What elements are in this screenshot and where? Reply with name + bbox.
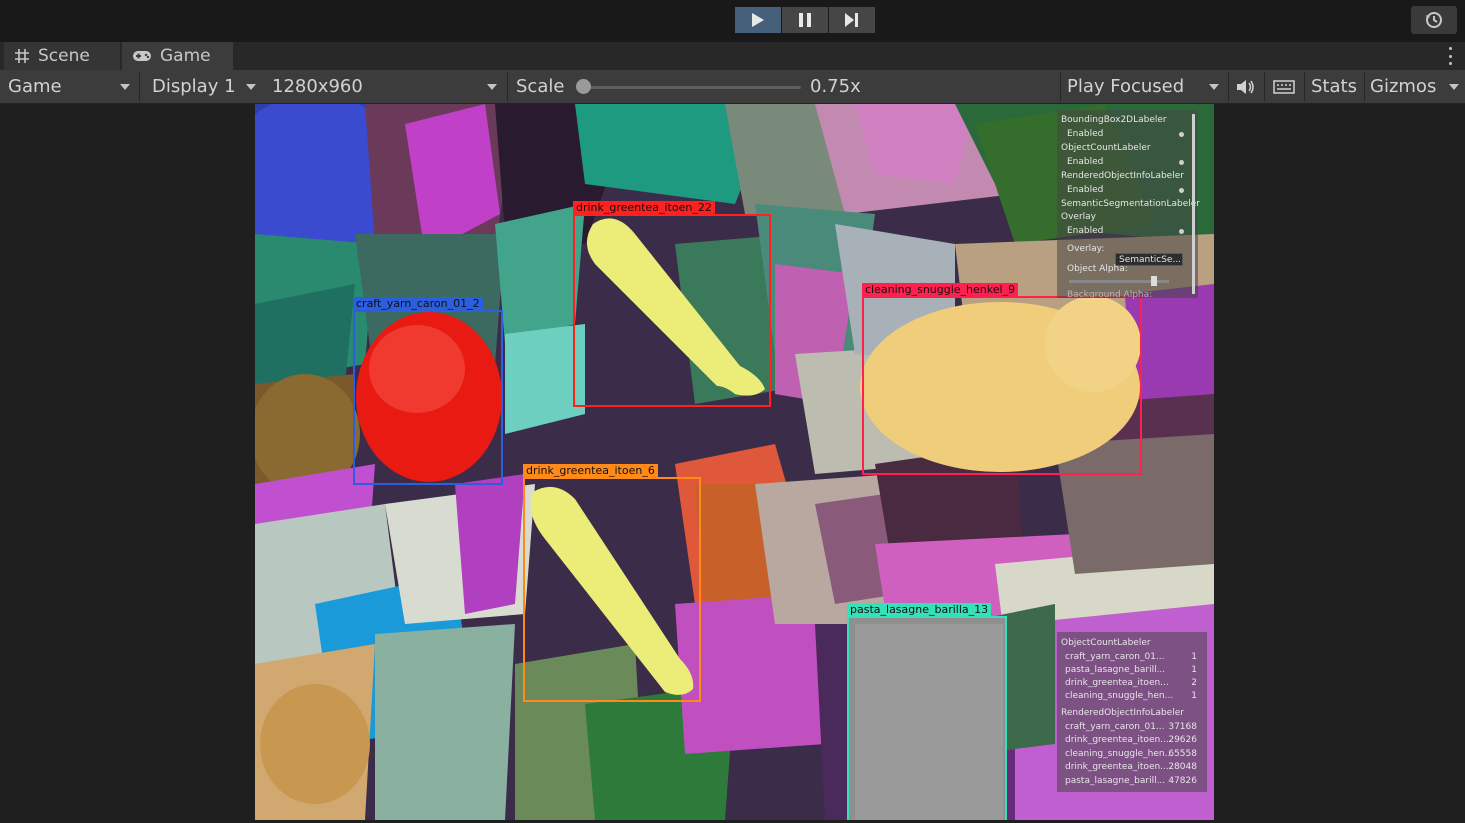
play-icon bbox=[752, 13, 764, 27]
info-title: RenderedObjectInfoLabeler bbox=[1061, 708, 1184, 718]
bounding-box-label: cleaning_snuggle_henkel_9 bbox=[862, 283, 1019, 297]
count-value: 2 bbox=[1191, 678, 1197, 688]
info-value: 65558 bbox=[1168, 749, 1197, 759]
bounding-box: craft_yarn_caron_01_2 bbox=[353, 297, 503, 485]
bounding-box-label: craft_yarn_caron_01_2 bbox=[353, 297, 483, 311]
count-value: 1 bbox=[1191, 665, 1197, 675]
toggle-radio[interactable] bbox=[1179, 188, 1184, 193]
history-icon bbox=[1426, 12, 1442, 28]
tab-scene[interactable]: Scene bbox=[4, 42, 120, 70]
stats-label: Stats bbox=[1311, 76, 1357, 97]
tab-game-label: Game bbox=[160, 46, 211, 66]
tab-game[interactable]: Game bbox=[122, 42, 233, 70]
scale-slider-handle[interactable] bbox=[576, 79, 591, 94]
top-toolbar bbox=[0, 0, 1465, 42]
scale-label-container: Scale bbox=[508, 72, 568, 101]
history-button[interactable] bbox=[1411, 6, 1457, 34]
step-button[interactable] bbox=[829, 7, 875, 33]
stats-button[interactable]: Stats bbox=[1305, 72, 1363, 101]
count-name: craft_yarn_caron_01... bbox=[1065, 652, 1165, 662]
view-mode-dropdown[interactable]: Game bbox=[0, 72, 138, 101]
tab-bar: Scene Game bbox=[0, 42, 1465, 70]
labeler-state: Enabled bbox=[1067, 185, 1104, 195]
scale-slider-track[interactable] bbox=[585, 86, 801, 89]
labeler-state: Enabled bbox=[1067, 226, 1104, 236]
bounding-box-label: drink_greentea_itoen_6 bbox=[523, 464, 658, 478]
labeler-name: BoundingBox2DLabeler bbox=[1061, 115, 1167, 125]
scale-value-container: 0.75x bbox=[802, 72, 862, 101]
bounding-box: pasta_lasagne_barilla_13 bbox=[847, 603, 1007, 820]
step-icon bbox=[845, 13, 858, 27]
labeler-name: RenderedObjectInfoLabeler bbox=[1061, 171, 1184, 181]
labeler-name: SemanticSegmentationLabeler bbox=[1061, 199, 1200, 209]
gizmos-button[interactable]: Gizmos bbox=[1365, 72, 1439, 101]
resolution-label: 1280x960 bbox=[272, 76, 363, 97]
labeler-name: ObjectCountLabeler bbox=[1061, 143, 1151, 153]
labeler-name: Overlay bbox=[1061, 212, 1096, 222]
resolution-dropdown[interactable]: 1280x960 bbox=[264, 72, 505, 101]
toggle-radio[interactable] bbox=[1179, 160, 1184, 165]
labeler-state: Enabled bbox=[1067, 129, 1104, 139]
gizmos-label: Gizmos bbox=[1370, 76, 1437, 97]
info-name: pasta_lasagne_barill... bbox=[1065, 776, 1166, 786]
bounding-box: drink_greentea_itoen_22 bbox=[573, 201, 771, 407]
overlay-select-value: SemanticSe... bbox=[1119, 255, 1182, 265]
bounding-box: cleaning_snuggle_henkel_9 bbox=[862, 283, 1142, 475]
chevron-down-icon bbox=[1209, 84, 1219, 90]
tab-scene-label: Scene bbox=[38, 46, 90, 66]
view-mode-label: Game bbox=[8, 76, 62, 97]
info-name: drink_greentea_itoen... bbox=[1065, 762, 1169, 772]
display-dropdown[interactable]: Display 1 bbox=[144, 72, 264, 101]
scale-value: 0.75x bbox=[810, 76, 861, 97]
info-name: drink_greentea_itoen... bbox=[1065, 735, 1169, 745]
gamepad-icon bbox=[132, 49, 152, 63]
chevron-down-icon bbox=[246, 84, 256, 90]
keyboard-shortcut-button[interactable] bbox=[1265, 72, 1303, 101]
object-alpha-label: Object Alpha: bbox=[1067, 264, 1128, 274]
bounding-box: drink_greentea_itoen_6 bbox=[523, 464, 701, 702]
info-value: 37168 bbox=[1168, 722, 1197, 732]
count-value: 1 bbox=[1191, 652, 1197, 662]
play-button[interactable] bbox=[735, 7, 781, 33]
bounding-box-label: drink_greentea_itoen_22 bbox=[573, 201, 715, 215]
play-mode-label: Play Focused bbox=[1067, 76, 1185, 97]
object-alpha-handle[interactable] bbox=[1151, 276, 1157, 286]
background-alpha-label: Background Alpha: bbox=[1067, 290, 1153, 300]
info-value: 47826 bbox=[1168, 776, 1197, 786]
chevron-down-icon bbox=[487, 84, 497, 90]
count-name: drink_greentea_itoen... bbox=[1065, 678, 1169, 688]
info-value: 28048 bbox=[1168, 762, 1197, 772]
playmode-controls bbox=[735, 7, 875, 33]
toggle-radio[interactable] bbox=[1179, 229, 1184, 234]
game-render-view[interactable]: craft_yarn_caron_01_2 drink_greentea_ito… bbox=[255, 104, 1214, 820]
count-name: pasta_lasagne_barill... bbox=[1065, 665, 1166, 675]
gizmos-dropdown[interactable] bbox=[1440, 72, 1465, 101]
info-name: cleaning_snuggle_hen... bbox=[1065, 749, 1174, 759]
count-value: 1 bbox=[1191, 691, 1197, 701]
labeler-settings-panel: BoundingBox2DLabeler Enabled ObjectCount… bbox=[1057, 110, 1200, 300]
mute-audio-button[interactable] bbox=[1229, 72, 1263, 101]
speaker-icon bbox=[1237, 79, 1254, 94]
scale-label: Scale bbox=[516, 76, 565, 97]
chevron-down-icon bbox=[120, 84, 130, 90]
info-name: craft_yarn_caron_01... bbox=[1065, 722, 1165, 732]
info-value: 29626 bbox=[1168, 735, 1197, 745]
display-label: Display 1 bbox=[152, 76, 236, 97]
chevron-down-icon bbox=[1449, 84, 1459, 90]
bounding-box-label: pasta_lasagne_barilla_13 bbox=[847, 603, 992, 617]
labeler-state: Enabled bbox=[1067, 157, 1104, 167]
keyboard-icon bbox=[1273, 79, 1295, 94]
toggle-radio[interactable] bbox=[1179, 132, 1184, 137]
grid-icon bbox=[14, 48, 30, 64]
pause-button[interactable] bbox=[782, 7, 828, 33]
object-count-panel: ObjectCountLabeler craft_yarn_caron_01..… bbox=[1057, 632, 1207, 792]
play-mode-dropdown[interactable]: Play Focused bbox=[1061, 72, 1227, 101]
count-title: ObjectCountLabeler bbox=[1061, 638, 1151, 648]
more-options-icon[interactable] bbox=[1449, 47, 1453, 65]
count-name: cleaning_snuggle_hen... bbox=[1065, 691, 1174, 701]
game-toolbar: Game Display 1 1280x960 Scale 0.75x Play… bbox=[0, 70, 1465, 104]
pause-icon bbox=[799, 13, 811, 27]
scrollbar[interactable] bbox=[1192, 114, 1195, 294]
overlay-label: Overlay: bbox=[1067, 244, 1105, 254]
